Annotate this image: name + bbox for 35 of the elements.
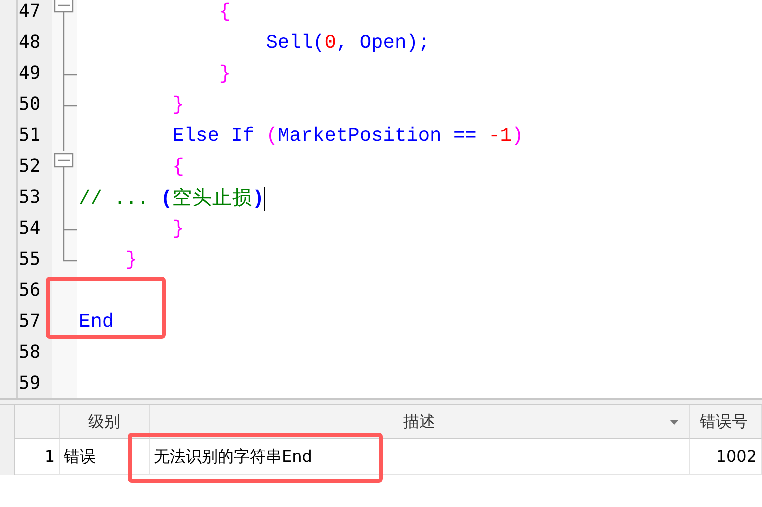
code-line: { [218,0,232,22]
line-number: 51 [18,124,42,148]
line-number: 54 [18,217,42,241]
code-line: // ... (空头止损) [79,188,264,210]
table-cell: 错误 [60,439,150,475]
line-number: 52 [18,155,42,179]
line-number: 59 [18,372,42,396]
code-line: } [218,62,232,84]
line-number: 55 [18,248,42,272]
line-number: 47 [18,0,42,24]
line-number: 49 [18,62,42,86]
code-line: Sell(0, Open); [265,32,430,54]
table-cell-text: 无法识别的字符串End [154,446,312,468]
fold-collapse-icon[interactable] [54,0,74,27]
header-corner [15,405,60,439]
code-line: } [172,218,184,240]
line-number: 48 [18,31,42,55]
line-number: 56 [18,279,42,303]
code-line: Else If (MarketPosition == -1) [172,124,524,146]
dropdown-caret-icon[interactable] [670,420,679,425]
code-line: } [172,94,184,116]
line-number: 58 [18,341,42,365]
line-number: 53 [18,186,42,210]
column-header[interactable]: 错误号 [690,405,762,439]
fold-collapse-icon[interactable] [54,153,74,182]
line-number: 50 [18,93,42,117]
code-line: } [124,248,138,270]
code-editor[interactable]: 47 { 48 Sell(0, Open); 49 } 50 } 51 Else If (MarketPosition == -1) 52 { 53 // ... (空头止损) 54 } 55 } 56 57 End 58 59 [0,0,762,400]
table-cell: 1002 [690,439,762,475]
column-header[interactable]: 描述 [404,410,436,434]
row-number: 1 [15,439,60,475]
column-header[interactable]: 级别 [60,405,150,439]
code-line: End [79,310,114,332]
line-number: 57 [18,310,42,334]
code-line: { [172,156,184,178]
